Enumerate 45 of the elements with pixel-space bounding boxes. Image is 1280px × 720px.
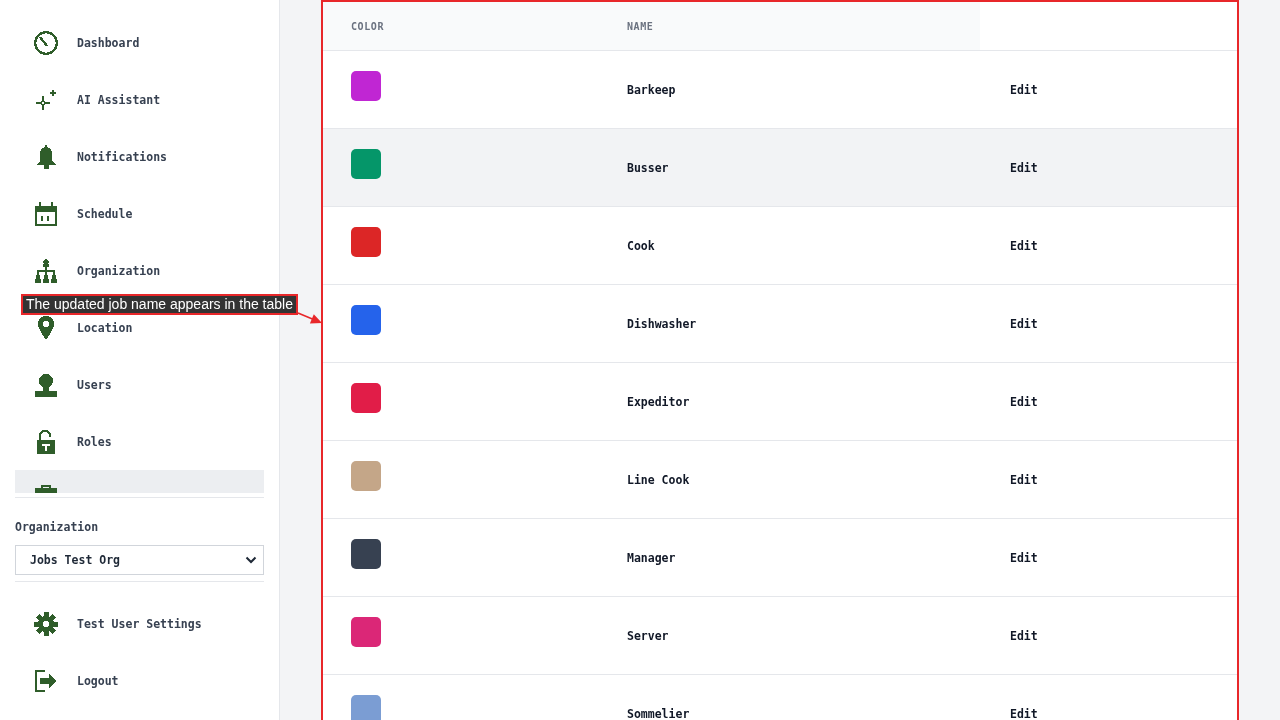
calendar-icon [34,201,58,226]
edit-link[interactable]: Edit [1010,82,1038,97]
briefcase-icon [34,485,58,493]
sparkle-icon [34,87,58,112]
edit-link[interactable]: Edit [1010,160,1038,175]
edit-link[interactable]: Edit [1010,550,1038,565]
nav-item[interactable]: Logout [15,668,264,693]
job-name: Sommelier [627,706,690,720]
job-name: Expeditor [627,394,690,409]
annotation-label: The updated job name appears in the table [21,294,298,315]
edit-link[interactable]: Edit [1010,316,1038,331]
edit-link[interactable]: Edit [1010,472,1038,487]
nav-item[interactable]: Location [15,315,264,340]
edit-link[interactable]: Edit [1010,706,1038,720]
organization-select[interactable]: Jobs Test Org [15,545,264,575]
job-name: Dishwasher [627,316,697,331]
org-chart-icon [34,258,58,283]
nav-item[interactable]: Roles [15,429,264,454]
edit-link[interactable]: Edit [1010,394,1038,409]
job-name: Cook [627,238,655,253]
job-name: Line Cook [627,472,690,487]
nav-item[interactable]: Organization [15,258,264,283]
nav-item[interactable]: Schedule [15,201,264,226]
column-header: COLOR [323,2,597,50]
nav-item[interactable]: Test User Settings [15,611,264,636]
job-name: Server [627,628,669,643]
nav-item[interactable]: AI Assistant [15,87,264,112]
nav-item[interactable]: Notifications [15,144,264,169]
open-padlock-icon [34,429,58,454]
edit-link[interactable]: Edit [1010,628,1038,643]
job-name: Manager [627,550,676,565]
job-name: Busser [627,160,669,175]
bell-icon [34,144,58,169]
job-name: Barkeep [627,82,676,97]
user-icon [34,372,58,397]
gauge-icon [34,30,58,55]
settings-icon [34,611,58,636]
nav-item[interactable] [15,470,264,493]
nav-item[interactable]: Dashboard [15,30,264,55]
organization-label: Organization [15,519,100,535]
nav-item[interactable]: Users [15,372,264,397]
logout-icon [34,668,58,693]
edit-link[interactable]: Edit [1010,238,1038,253]
chevron-down-icon [245,556,257,564]
column-header: NAME [597,2,980,50]
